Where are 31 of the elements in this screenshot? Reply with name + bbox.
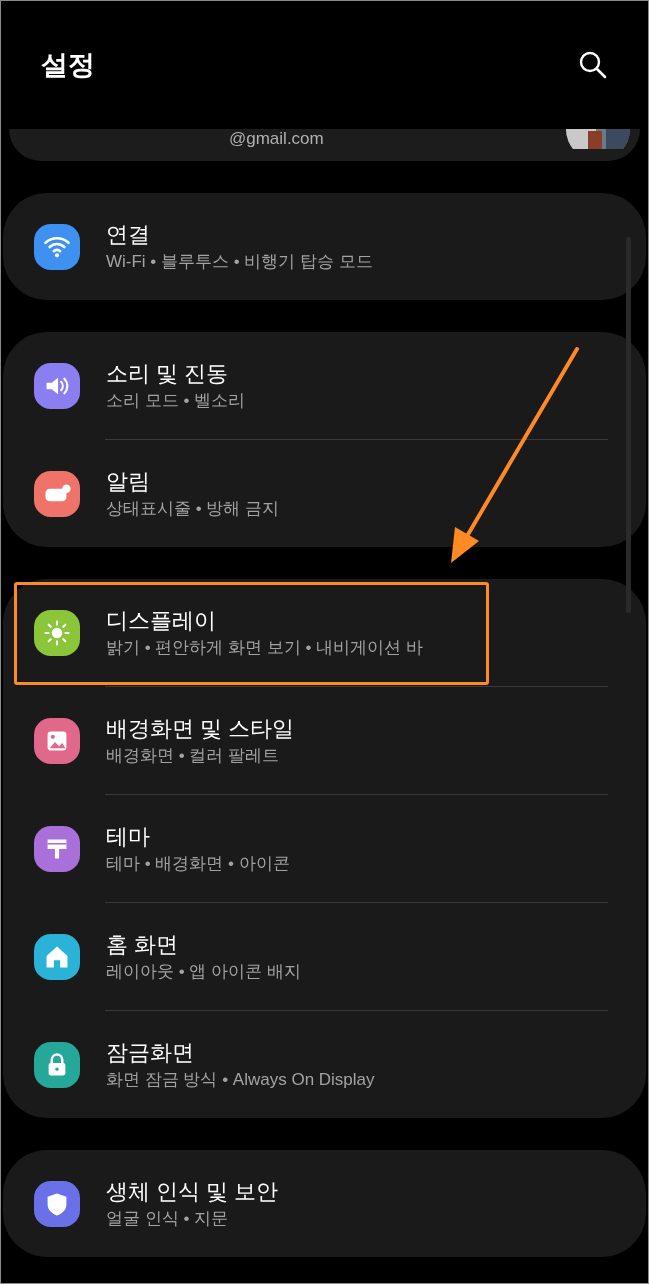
settings-item[interactable]: 잠금화면 화면 잠금 방식 • Always On Display <box>3 1011 646 1118</box>
account-email: @gmail.com <box>229 129 324 149</box>
item-subtitle: Wi-Fi • 블루투스 • 비행기 탑승 모드 <box>106 250 373 273</box>
item-title: 소리 및 진동 <box>106 359 230 388</box>
item-subtitle: 레이아웃 • 앱 아이콘 배지 <box>106 960 301 983</box>
settings-item[interactable]: 테마 테마 • 배경화면 • 아이콘 <box>3 795 646 902</box>
page-title: 설정 <box>41 48 95 82</box>
item-title: 테마 <box>106 822 151 851</box>
account-card[interactable]: @gmail.com <box>9 129 640 161</box>
settings-item[interactable]: 소리 및 진동 소리 모드 • 벨소리 <box>3 332 646 439</box>
search-icon[interactable] <box>578 50 608 80</box>
item-subtitle: 얼굴 인식 • 지문 <box>106 1207 230 1230</box>
item-subtitle: 상태표시줄 • 방해 금지 <box>106 497 280 520</box>
settings-item[interactable]: 연결 Wi-Fi • 블루투스 • 비행기 탑승 모드 <box>3 193 646 300</box>
item-title: 홈 화면 <box>106 930 180 959</box>
item-subtitle: 테마 • 배경화면 • 아이콘 <box>106 852 290 875</box>
item-subtitle: 배경화면 • 컬러 팔레트 <box>106 744 281 767</box>
item-title: 생체 인식 및 보안 <box>106 1177 279 1206</box>
item-title: 알림 <box>106 467 151 496</box>
item-subtitle: 화면 잠금 방식 • Always On Display <box>106 1068 375 1091</box>
item-title: 연결 <box>106 220 151 249</box>
item-title: 배경화면 및 스타일 <box>106 714 295 743</box>
settings-item[interactable]: 홈 화면 레이아웃 • 앱 아이콘 배지 <box>3 903 646 1010</box>
item-title: 잠금화면 <box>106 1038 195 1067</box>
item-subtitle: 밝기 • 편안하게 화면 보기 • 내비게이션 바 <box>106 636 423 659</box>
item-title: 디스플레이 <box>106 606 217 635</box>
settings-item[interactable]: 생체 인식 및 보안 얼굴 인식 • 지문 <box>3 1150 646 1257</box>
settings-item[interactable]: 디스플레이 밝기 • 편안하게 화면 보기 • 내비게이션 바 <box>3 579 646 686</box>
settings-item[interactable]: 배경화면 및 스타일 배경화면 • 컬러 팔레트 <box>3 687 646 794</box>
settings-item[interactable]: 알림 상태표시줄 • 방해 금지 <box>3 440 646 547</box>
item-subtitle: 소리 모드 • 벨소리 <box>106 389 246 412</box>
